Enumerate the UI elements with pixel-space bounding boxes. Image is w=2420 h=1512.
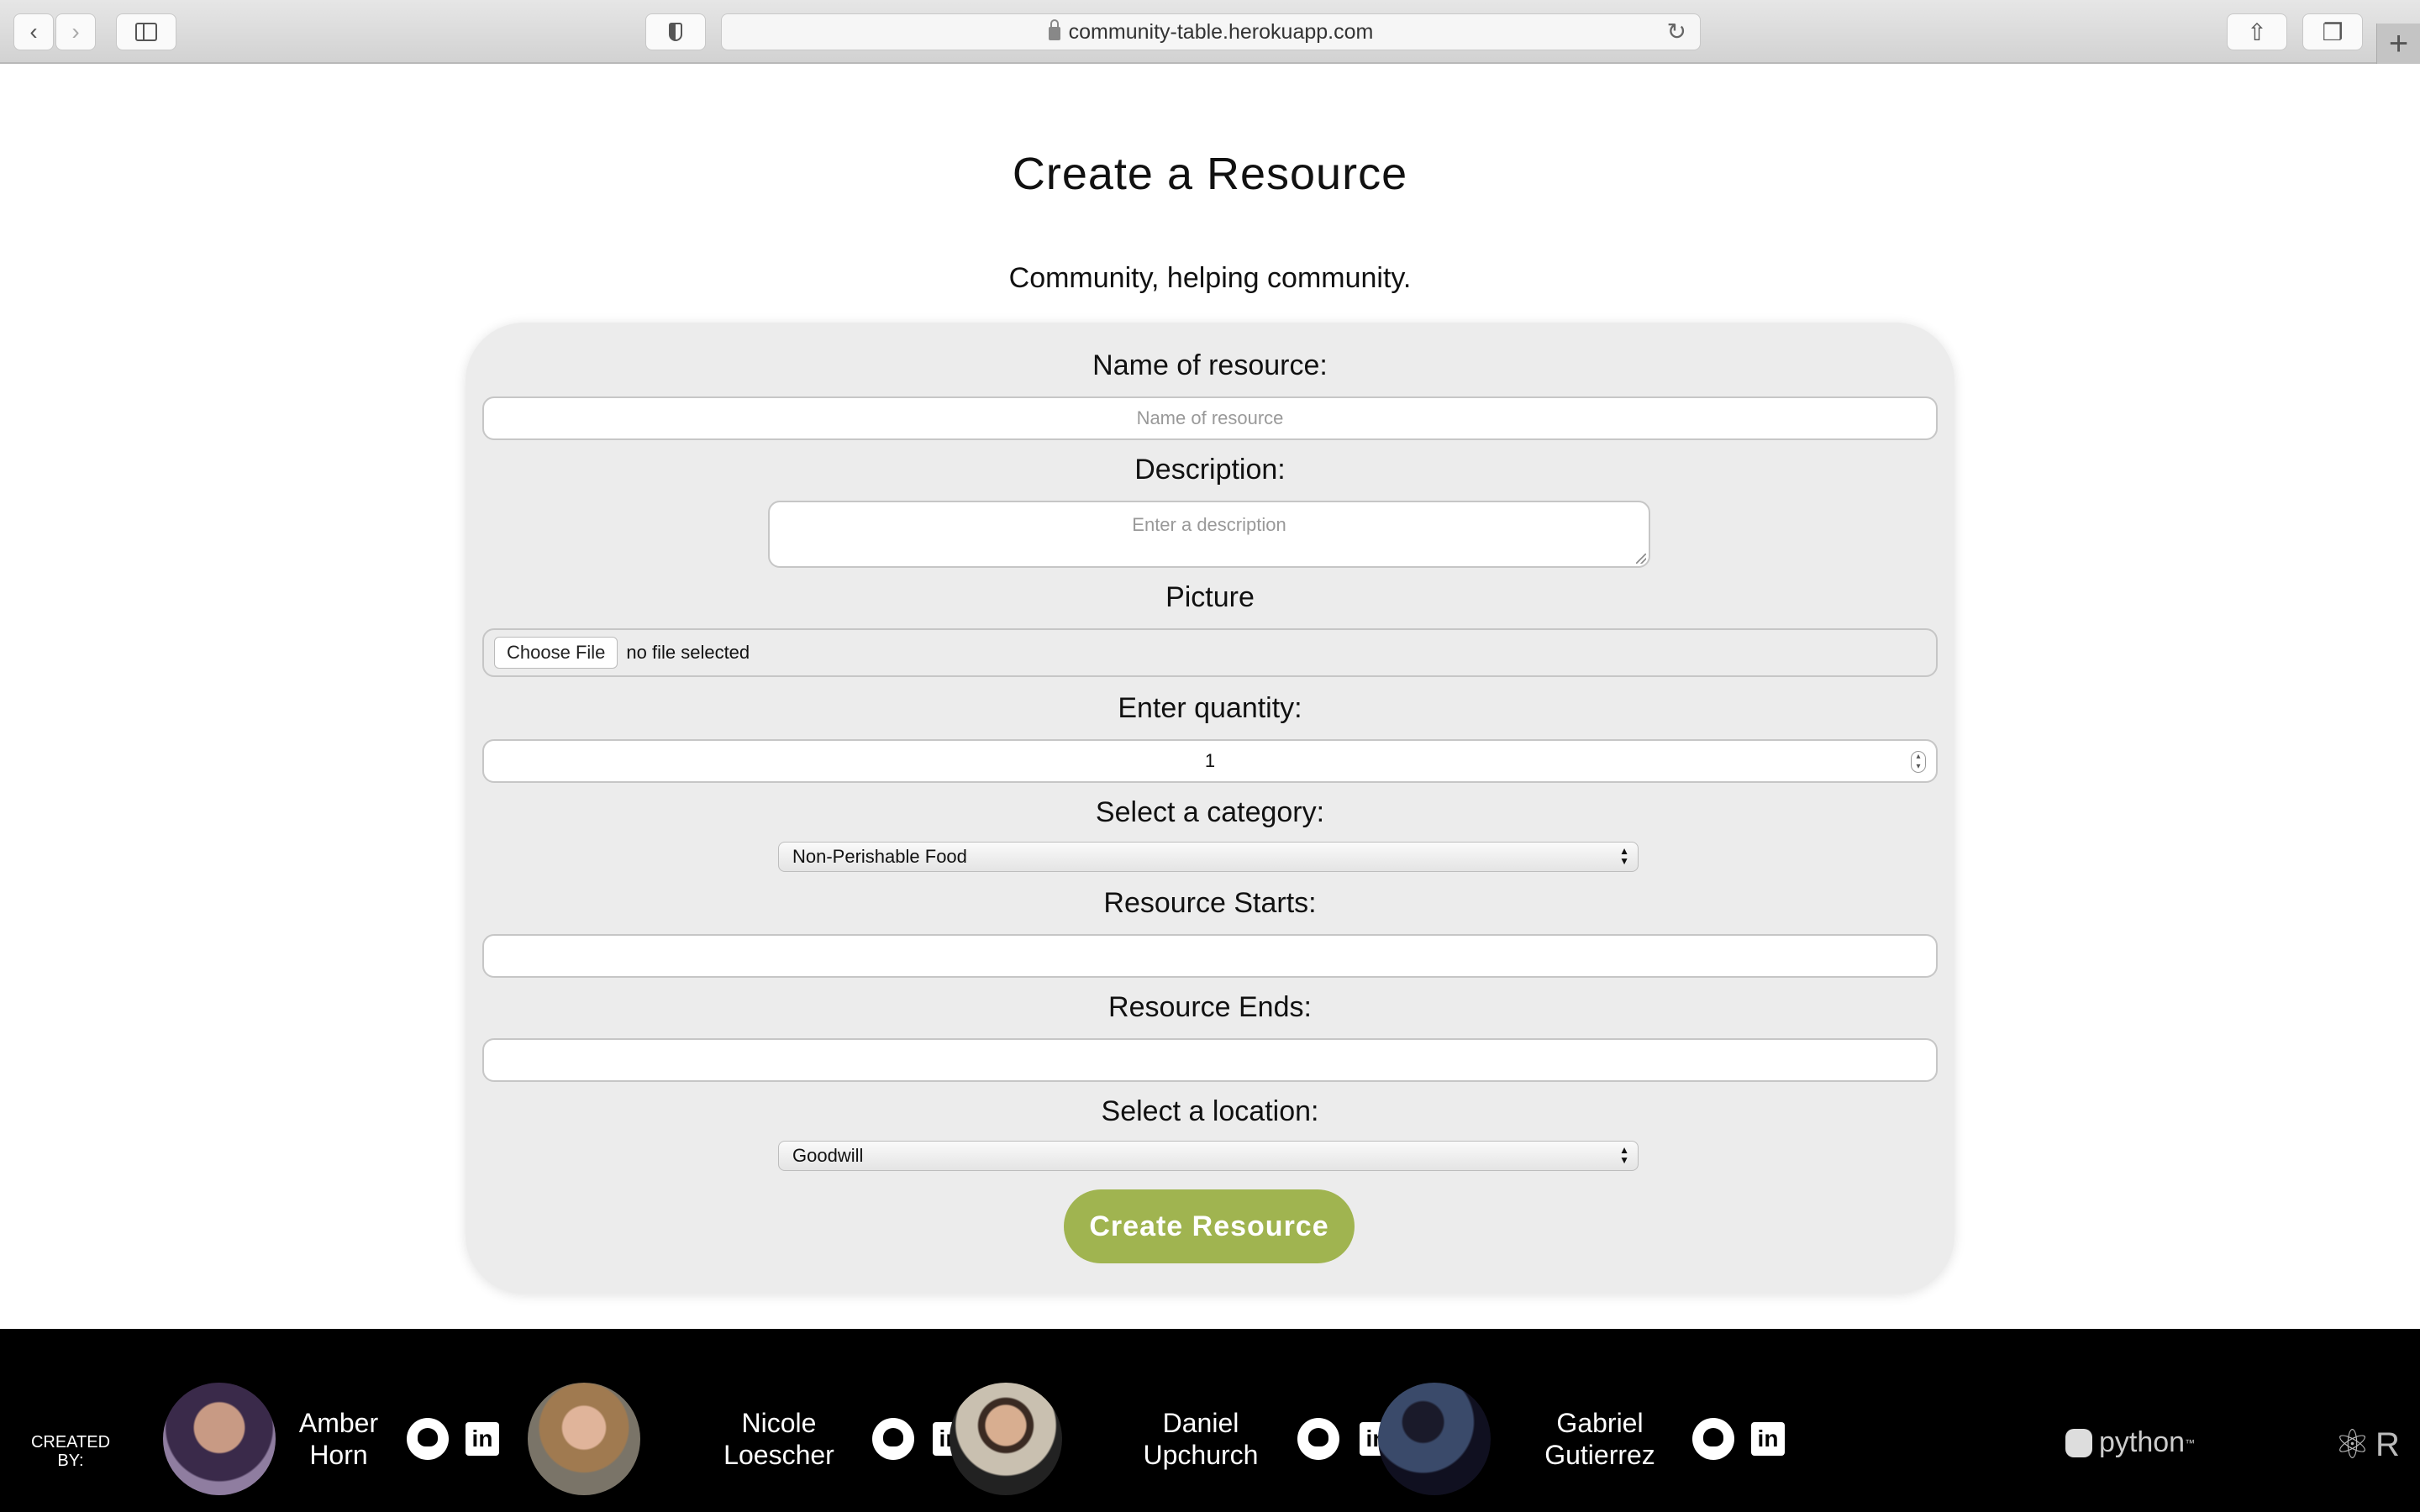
- description-textarea[interactable]: Enter a description: [768, 501, 1650, 568]
- select-arrows-icon: ▲ ▼: [1619, 845, 1629, 867]
- new-tab-button[interactable]: +: [2376, 24, 2420, 64]
- team-member: Daniel Upchurch in: [950, 1383, 1393, 1495]
- quantity-stepper[interactable]: ▴ ▾: [1911, 751, 1926, 773]
- page-tagline: Community, helping community.: [1008, 262, 1412, 294]
- description-placeholder: Enter a description: [1132, 514, 1286, 535]
- address-bar[interactable]: community-table.herokuapp.com ↻: [721, 13, 1701, 50]
- forward-button[interactable]: ›: [55, 13, 96, 50]
- browser-toolbar: ‹ › community-table.herokuapp.com ↻ ⇧ ❐ …: [0, 0, 2420, 64]
- avatar: [528, 1383, 640, 1495]
- avatar: [1378, 1383, 1491, 1495]
- name-label: Name of resource:: [1092, 349, 1328, 381]
- location-select[interactable]: Goodwill ▲ ▼: [778, 1141, 1639, 1171]
- create-resource-form: Name of resource: Name of resource Descr…: [466, 323, 1954, 1294]
- tabs-overview-button[interactable]: ❐: [2302, 13, 2363, 50]
- resource-name-input[interactable]: Name of resource: [482, 396, 1938, 440]
- lock-icon: [1048, 19, 1060, 40]
- sidebar-button[interactable]: [116, 13, 176, 50]
- picture-file-input[interactable]: Choose File no file selected: [482, 628, 1938, 677]
- footer: CREATED BY: Amber Horn in Nicole Loescher …: [0, 1329, 2420, 1512]
- category-select[interactable]: Non-Perishable Food ▲ ▼: [778, 842, 1639, 872]
- category-selected-value: Non-Perishable Food: [792, 846, 967, 867]
- team-member: NicoleLoescher in: [528, 1383, 966, 1495]
- page-title: Create a Resource: [1012, 149, 1408, 199]
- quantity-value: 1: [1204, 750, 1216, 771]
- description-label: Description:: [1134, 454, 1286, 486]
- share-icon: ⇧: [2247, 18, 2267, 45]
- tabs-icon: ❐: [2322, 18, 2344, 45]
- react-icon: ⚛: [2334, 1423, 2371, 1467]
- github-icon[interactable]: [1297, 1418, 1339, 1460]
- resource-ends-input[interactable]: [482, 1038, 1938, 1082]
- avatar: [950, 1383, 1062, 1495]
- linkedin-icon[interactable]: in: [466, 1422, 499, 1456]
- select-arrows-icon: ▲ ▼: [1619, 1144, 1629, 1166]
- shield-icon: [669, 23, 682, 41]
- chevron-left-icon: ‹: [29, 18, 38, 45]
- url-text: community-table.herokuapp.com: [1068, 19, 1374, 44]
- team-member: Gabriel Gutierrez in: [1378, 1383, 1785, 1495]
- member-name: Nicole Loescher: [723, 1408, 834, 1470]
- starts-label: Resource Starts:: [1103, 887, 1317, 919]
- location-selected-value: Goodwill: [792, 1145, 864, 1166]
- sidebar-icon: [135, 23, 157, 41]
- linkedin-icon[interactable]: in: [1751, 1422, 1785, 1456]
- created-by-label: CREATED BY:: [30, 1433, 111, 1470]
- resource-name-placeholder: Name of resource: [1136, 407, 1284, 428]
- member-name: Amber Horn: [298, 1408, 379, 1470]
- react-logo: ⚛ R: [2334, 1423, 2400, 1467]
- avatar: [163, 1383, 276, 1495]
- python-logo: python ™: [2065, 1426, 2195, 1459]
- reload-icon[interactable]: ↻: [1667, 18, 1686, 45]
- plus-icon: +: [2388, 24, 2409, 62]
- quantity-label: Enter quantity:: [1118, 692, 1302, 724]
- github-icon[interactable]: [1692, 1418, 1734, 1460]
- privacy-report-button[interactable]: [645, 13, 706, 50]
- location-label: Select a location:: [1101, 1095, 1319, 1127]
- member-name: Gabriel Gutierrez: [1544, 1408, 1655, 1470]
- member-name: Daniel Upchurch: [1143, 1408, 1259, 1470]
- github-icon[interactable]: [407, 1418, 449, 1460]
- picture-label: Picture: [1165, 581, 1255, 613]
- category-label: Select a category:: [1095, 796, 1325, 828]
- quantity-input[interactable]: 1 ▴ ▾: [482, 739, 1938, 783]
- file-status: no file selected: [626, 642, 750, 663]
- python-icon: [2065, 1428, 2092, 1457]
- resource-starts-input[interactable]: [482, 934, 1938, 978]
- team-member: Amber Horn in: [163, 1383, 499, 1495]
- create-resource-button[interactable]: Create Resource: [1064, 1189, 1355, 1263]
- back-button[interactable]: ‹: [13, 13, 54, 50]
- chevron-right-icon: ›: [71, 18, 80, 45]
- github-icon[interactable]: [872, 1418, 914, 1460]
- choose-file-button[interactable]: Choose File: [494, 637, 618, 669]
- ends-label: Resource Ends:: [1108, 991, 1312, 1023]
- share-button[interactable]: ⇧: [2227, 13, 2287, 50]
